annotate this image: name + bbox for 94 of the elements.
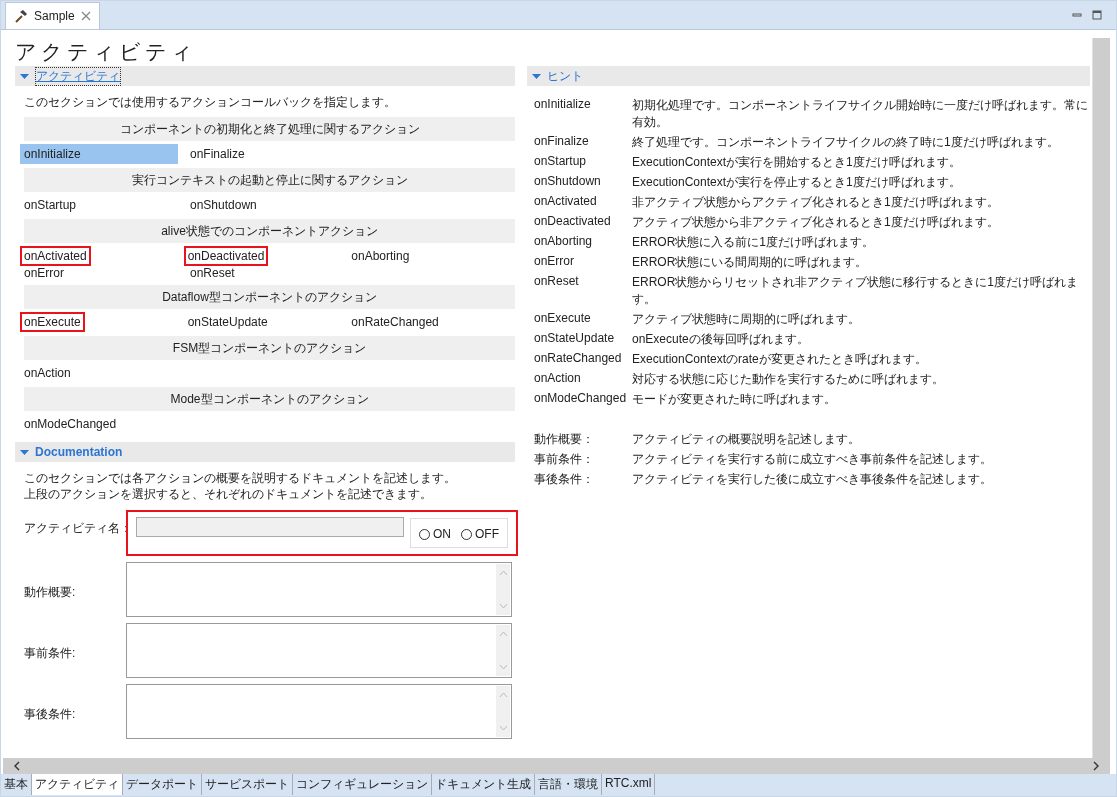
field-label: 事後条件: [23, 706, 77, 723]
page-tab[interactable]: データポート [123, 774, 202, 795]
hint-term: onInitialize [534, 97, 592, 111]
scroll-down-icon[interactable] [498, 664, 508, 670]
section-description: このセクションでは使用するアクションコールバックを指定します。 [23, 94, 397, 111]
hint-term: onAction [534, 371, 582, 385]
section-title[interactable]: アクティビティ [35, 66, 121, 86]
text-area[interactable] [126, 562, 512, 617]
action-item[interactable]: onFinalize [186, 143, 249, 164]
hint-term: onModeChanged [534, 391, 628, 405]
action-item[interactable]: onError [20, 263, 68, 283]
text-area[interactable] [126, 623, 512, 678]
group-header: コンポーネントの初期化と終了処理に関するアクション [24, 117, 515, 141]
hint-term: onStartup [534, 154, 588, 168]
action-item[interactable]: onReset [186, 263, 239, 283]
group-header: 実行コンテキストの起動と停止に関するアクション [24, 168, 515, 192]
hint-term: onDeactivated [534, 214, 612, 228]
vertical-scrollbar[interactable] [1092, 38, 1110, 758]
hammer-icon [14, 9, 28, 23]
page-tab[interactable]: サービスポート [202, 774, 293, 795]
scroll-up-icon[interactable] [498, 570, 508, 576]
action-item[interactable]: onAborting [347, 245, 414, 266]
field-label: 動作概要: [23, 584, 77, 601]
hint-term: onActivated [534, 194, 598, 208]
scroll-down-icon[interactable] [498, 725, 508, 731]
hint-term: onError [534, 254, 575, 268]
action-item[interactable]: onActivated [20, 245, 91, 266]
hint-term: onExecute [534, 311, 592, 325]
section-description: 上段のアクションを選択すると、それぞれのドキュメントを記述できます。 [24, 486, 433, 502]
page-tab[interactable]: コンフィギュレーション [293, 774, 432, 795]
horizontal-scrollbar[interactable] [3, 758, 1110, 774]
scroll-down-icon[interactable] [498, 603, 508, 609]
group-header: Dataflow型コンポーネントのアクション [24, 285, 515, 309]
hint-term: 動作概要： [534, 431, 595, 448]
group-header: Mode型コンポーネントのアクション [24, 387, 515, 411]
tab-title: Sample [34, 9, 75, 23]
hint-term: onShutdown [534, 174, 602, 188]
hint-term: onReset [534, 274, 580, 288]
action-item[interactable]: onRateChanged [347, 311, 443, 332]
hint-text: 対応する状態に応じた動作を実行するために呼ばれます。 [632, 371, 944, 388]
close-icon[interactable] [80, 11, 91, 21]
hint-text: ERROR状態に入る前に1度だけ呼ばれます。 [632, 234, 874, 251]
action-item[interactable]: onAction [20, 362, 75, 383]
editor-tab[interactable]: Sample [5, 2, 100, 29]
hint-term: onRateChanged [534, 351, 623, 365]
hint-term: onAborting [534, 234, 594, 248]
hint-term: onFinalize [534, 134, 590, 148]
minimize-icon[interactable] [1072, 10, 1082, 20]
hint-text: 初期化処理です。コンポーネントライフサイクル開始時に一度だけ呼ばれます。常に有効。 [632, 97, 1089, 131]
hint-text: ERROR状態にいる間周期的に呼ばれます。 [632, 254, 868, 271]
action-item[interactable]: onShutdown [186, 194, 261, 215]
action-item[interactable]: onStartup [20, 194, 81, 215]
hint-text: アクティビティを実行する前に成立すべき事前条件を記述します。 [632, 451, 992, 468]
action-item[interactable]: onDeactivated [183, 245, 269, 266]
group-header: alive状態でのコンポーネントアクション [24, 219, 515, 243]
section-description: このセクションでは各アクションの概要を説明するドキュメントを記述します。 [24, 470, 457, 486]
hint-text: ExecutionContextが実行を停止するとき1度だけ呼ばれます。 [632, 174, 961, 191]
hint-text: ERROR状態からリセットされ非アクティブ状態に移行するときに1度だけ呼ばれます。 [632, 274, 1079, 308]
hint-text: ExecutionContextのrateが変更されたとき呼ばれます。 [632, 351, 927, 368]
page-tab[interactable]: ドキュメント生成 [432, 774, 535, 795]
field-label: 事前条件: [23, 645, 77, 662]
hint-term: 事後条件： [534, 471, 595, 488]
hint-text: アクティビティの概要説明を記述します。 [632, 431, 860, 448]
page-tab[interactable]: 言語・環境 [535, 774, 602, 795]
hint-term: 事前条件： [534, 451, 595, 468]
group-header: FSM型コンポーネントのアクション [24, 336, 515, 360]
scroll-right-icon[interactable] [1092, 761, 1100, 771]
scroll-up-icon[interactable] [498, 692, 508, 698]
hint-text: アクティブ状態時に周期的に呼ばれます。 [632, 311, 860, 328]
scroll-up-icon[interactable] [498, 631, 508, 637]
maximize-icon[interactable] [1092, 10, 1102, 20]
expand-icon[interactable] [532, 71, 541, 81]
action-item[interactable]: onExecute [20, 311, 85, 332]
text-area[interactable] [126, 684, 512, 739]
page-title: アクティビティ [15, 39, 198, 65]
action-item[interactable]: onInitialize [20, 143, 178, 164]
page-tab[interactable]: RTC.xml [602, 774, 656, 795]
hint-text: アクティブ状態から非アクティブ化されるとき1度だけ呼ばれます。 [632, 214, 999, 231]
hint-text: モードが変更された時に呼ばれます。 [632, 391, 836, 408]
hint-text: onExecuteの後毎回呼ばれます。 [632, 331, 809, 348]
hint-term: onStateUpdate [534, 331, 616, 345]
section-title[interactable]: ヒント [547, 67, 583, 85]
hint-text: 非アクティブ状態からアクティブ化されるとき1度だけ呼ばれます。 [632, 194, 999, 211]
field-label: アクティビティ名： [23, 520, 133, 537]
hint-text: アクティビティを実行した後に成立すべき事後条件を記述します。 [632, 471, 992, 488]
hint-text: 終了処理です。コンポーネントライフサイクルの終了時に1度だけ呼ばれます。 [632, 134, 1059, 151]
hint-text: ExecutionContextが実行を開始するとき1度だけ呼ばれます。 [632, 154, 961, 171]
action-item[interactable]: onStateUpdate [183, 311, 272, 332]
scroll-left-icon[interactable] [13, 761, 21, 771]
expand-icon[interactable] [20, 71, 29, 81]
action-item[interactable]: onModeChanged [20, 413, 121, 434]
expand-icon[interactable] [20, 447, 29, 457]
section-title[interactable]: Documentation [35, 445, 123, 459]
page-tab[interactable]: アクティビティ [32, 774, 123, 795]
